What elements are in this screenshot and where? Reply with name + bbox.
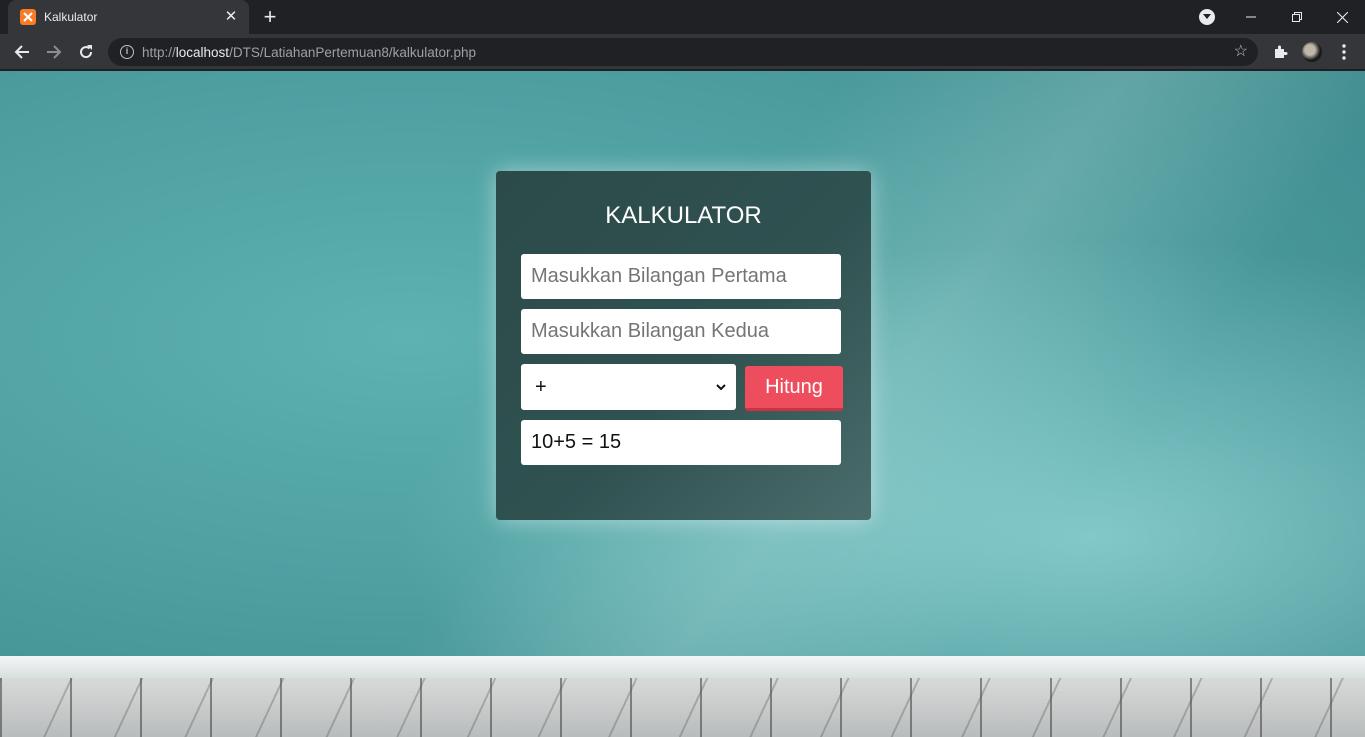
baseboard xyxy=(0,656,1365,678)
reload-icon[interactable] xyxy=(73,39,99,65)
url-text: http://localhost/DTS/LatiahanPertemuan8/… xyxy=(142,44,476,60)
wooden-floor xyxy=(0,678,1365,737)
star-icon[interactable]: ☆ xyxy=(1234,43,1248,61)
result-output: 10+5 = 15 xyxy=(521,420,841,465)
profile-menu-icon[interactable] xyxy=(1199,9,1215,25)
extensions-icon[interactable] xyxy=(1268,40,1292,64)
browser-tab[interactable]: Kalkulator ✕ xyxy=(8,0,249,34)
back-icon[interactable] xyxy=(9,39,35,65)
second-number-input[interactable] xyxy=(521,309,841,354)
menu-icon[interactable] xyxy=(1332,40,1356,64)
restore-icon[interactable] xyxy=(1274,0,1320,34)
tab-strip: Kalkulator ✕ + xyxy=(0,0,1365,34)
info-icon[interactable]: i xyxy=(120,45,134,59)
page-title: KALKULATOR xyxy=(605,202,762,229)
minimize-icon[interactable] xyxy=(1228,0,1274,34)
first-number-input[interactable] xyxy=(521,254,841,299)
close-icon[interactable]: ✕ xyxy=(223,9,239,25)
browser-toolbar: i http://localhost/DTS/LatiahanPertemuan… xyxy=(0,34,1365,70)
page-background: KALKULATOR + Hitung 10+5 = 15 xyxy=(0,71,1365,737)
window-close-icon[interactable] xyxy=(1319,0,1365,34)
operator-select[interactable]: + xyxy=(521,364,736,410)
new-tab-button[interactable]: + xyxy=(259,6,281,28)
forward-icon[interactable] xyxy=(41,39,67,65)
avatar[interactable] xyxy=(1300,40,1324,64)
calculator-card: KALKULATOR + Hitung 10+5 = 15 xyxy=(496,171,871,520)
address-bar[interactable]: i http://localhost/DTS/LatiahanPertemuan… xyxy=(108,38,1258,66)
chevron-down-icon xyxy=(716,380,726,394)
tab-title: Kalkulator xyxy=(44,10,98,24)
operator-value: + xyxy=(535,375,547,398)
hitung-button[interactable]: Hitung xyxy=(745,366,843,411)
xampp-favicon xyxy=(20,9,36,25)
